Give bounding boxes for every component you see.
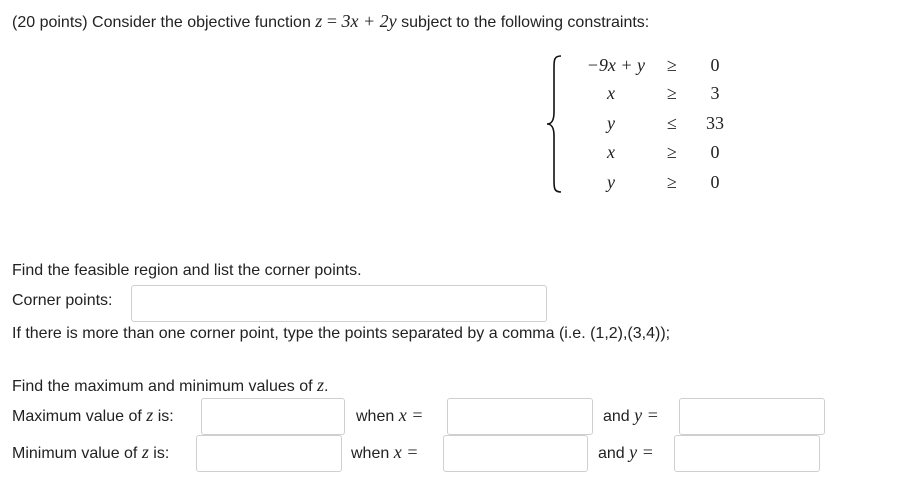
max-label-prefix: Maximum value of [12, 408, 142, 425]
max-and-label: and y = [603, 405, 659, 426]
max-when-text: when [356, 408, 395, 425]
constraint-5-lhs: y [607, 172, 615, 192]
max-x-eq: x = [398, 405, 424, 425]
constraint-3-lhs: y [607, 113, 615, 133]
corner-points-input[interactable] [131, 285, 547, 322]
max-y-eq: y = [634, 405, 659, 425]
min-label-var: z [141, 442, 149, 462]
constraint-4-relation: ≥ [667, 142, 677, 162]
objective-function: z = 3x + 2y [315, 11, 401, 31]
constraint-2-relation: ≥ [667, 83, 677, 103]
constraint-2-rhs: 3 [710, 83, 720, 103]
min-and-label: and y = [598, 442, 654, 463]
extrema-instruction-period: . [324, 378, 329, 395]
max-and-text: and [603, 408, 630, 425]
max-value-label: Maximum value of z is: [12, 405, 174, 426]
extrema-instruction-var: z [317, 375, 325, 395]
constraint-3-relation: ≤ [667, 113, 677, 133]
feasible-region-instruction: Find the feasible region and list the co… [12, 262, 362, 279]
objective-var: z [315, 11, 323, 31]
constraint-1-rhs: 0 [710, 55, 720, 75]
max-when-label: when x = [356, 405, 423, 426]
min-label-suffix: is: [153, 445, 170, 462]
constraint-5-relation: ≥ [667, 172, 677, 192]
max-y-input[interactable] [679, 398, 825, 435]
max-value-input[interactable] [201, 398, 345, 435]
min-and-text: and [598, 445, 625, 462]
min-y-input[interactable] [674, 435, 820, 472]
constraint-4-lhs: x [607, 142, 615, 162]
min-value-label: Minimum value of z is: [12, 442, 169, 463]
min-x-eq: x = [393, 442, 419, 462]
min-label-prefix: Minimum value of [12, 445, 138, 462]
min-y-eq: y = [629, 442, 654, 462]
objective-eq: = [326, 11, 337, 31]
constraint-4-rhs: 0 [710, 142, 720, 162]
corner-points-hint: If there is more than one corner point, … [12, 325, 671, 342]
problem-intro: (20 points) Consider the objective funct… [12, 11, 649, 32]
constraint-3-rhs: 33 [706, 113, 724, 133]
extrema-instruction: Find the maximum and minimum values of z… [12, 375, 328, 396]
max-label-var: z [146, 405, 154, 425]
objective-expr: 3x + 2y [341, 11, 397, 31]
min-when-label: when x = [351, 442, 418, 463]
min-x-input[interactable] [443, 435, 588, 472]
intro-suffix: subject to the following constraints: [401, 14, 650, 31]
constraint-1-lhs: −9x + y [586, 55, 645, 75]
max-label-suffix: is: [157, 408, 174, 425]
corner-points-label: Corner points: [12, 292, 113, 309]
intro-prefix: (20 points) Consider the objective funct… [12, 14, 311, 31]
constraint-system: −9x + y ≥ 0 x ≥ 3 y ≤ 33 x ≥ 0 y ≥ 0 [545, 52, 745, 197]
constraint-2-lhs: x [607, 83, 615, 103]
extrema-instruction-text: Find the maximum and minimum values of [12, 378, 313, 395]
max-x-input[interactable] [447, 398, 593, 435]
constraint-5-rhs: 0 [710, 172, 720, 192]
constraint-1-relation: ≥ [667, 55, 677, 75]
min-value-input[interactable] [196, 435, 342, 472]
min-when-text: when [351, 445, 390, 462]
